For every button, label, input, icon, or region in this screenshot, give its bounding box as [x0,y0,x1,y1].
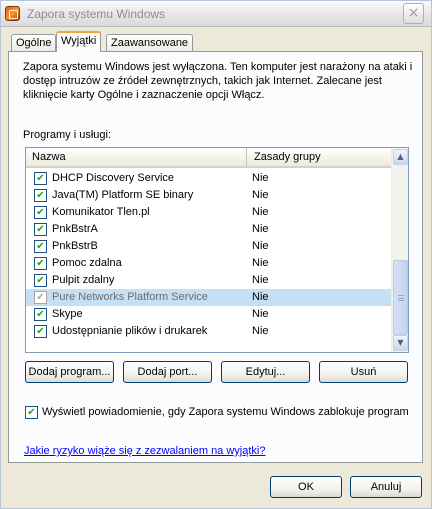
program-name: DHCP Discovery Service [52,172,175,184]
add-program-button[interactable]: Dodaj program... [25,361,114,383]
program-checkbox[interactable]: ✔ [34,206,47,219]
add-port-button[interactable]: Dodaj port... [123,361,212,383]
programs-list[interactable]: Nazwa Zasady grupy ✔ DHCP Discovery Serv… [25,147,409,353]
list-item[interactable]: ✔ PnkBstrB Nie [26,238,392,255]
grip-icon [398,295,404,301]
list-item[interactable]: ✔ Skype Nie [26,306,392,323]
programs-scrollbar[interactable]: ▲ ▼ [391,148,408,352]
program-policy: Nie [252,240,269,252]
program-policy: Nie [252,257,269,269]
cancel-button[interactable]: Anuluj [350,476,422,498]
firewall-window: Zapora systemu Windows × Ogólne Wyjątki … [0,0,432,509]
program-policy: Nie [252,189,269,201]
program-policy: Nie [252,206,269,218]
program-name: Komunikator Tlen.pl [52,206,150,218]
program-policy: Nie [252,172,269,184]
program-checkbox[interactable]: ✔ [34,240,47,253]
program-checkbox[interactable]: ✔ [34,172,47,185]
list-item[interactable]: ✔ Komunikator Tlen.pl Nie [26,204,392,221]
edit-button[interactable]: Edytuj... [221,361,310,383]
program-checkbox[interactable]: ✔ [34,189,47,202]
title-bar[interactable]: Zapora systemu Windows × [1,1,431,27]
firewall-disabled-info: Zapora systemu Windows jest wyłączona. T… [23,61,413,101]
program-name: Pulpit zdalny [52,274,115,286]
program-checkbox[interactable]: ✔ [34,308,47,321]
program-name: PnkBstrB [52,240,98,252]
notify-label[interactable]: Wyświetl powiadomienie, gdy Zapora syste… [42,406,409,418]
tab-advanced[interactable]: Zaawansowane [106,34,194,51]
program-name: Skype [52,308,83,320]
program-policy: Nie [252,291,269,303]
program-policy: Nie [252,325,269,337]
ok-button[interactable]: OK [270,476,342,498]
list-item[interactable]: ✔ Udostępnianie plików i drukarek Nie [26,323,392,340]
delete-button[interactable]: Usuń [319,361,408,383]
program-policy: Nie [252,274,269,286]
list-item[interactable]: ✔ DHCP Discovery Service Nie [26,170,392,187]
list-item-selected[interactable]: ✔ Pure Networks Platform Service Nie [26,289,392,306]
programs-rows: ✔ DHCP Discovery Service Nie ✔ Java(TM) … [26,170,392,340]
scrollbar-thumb[interactable] [393,260,408,335]
program-checkbox[interactable]: ✔ [34,257,47,270]
program-name: Udostępnianie plików i drukarek [52,325,208,337]
close-button[interactable]: × [403,3,424,24]
column-header-group-policy[interactable]: Zasady grupy [248,148,392,167]
program-name: Pure Networks Platform Service [52,291,208,303]
exceptions-risk-help-link[interactable]: Jakie ryzyko wiąże się z zezwalaniem na … [24,445,265,457]
scroll-down-icon[interactable]: ▼ [393,335,408,351]
list-item[interactable]: ✔ PnkBstrA Nie [26,221,392,238]
program-name: PnkBstrA [52,223,98,235]
list-item[interactable]: ✔ Java(TM) Platform SE binary Nie [26,187,392,204]
column-header-name[interactable]: Nazwa [26,148,247,167]
program-checkbox[interactable]: ✔ [34,325,47,338]
program-checkbox[interactable]: ✔ [34,291,47,304]
program-checkbox[interactable]: ✔ [34,223,47,236]
tab-exceptions[interactable]: Wyjątki [56,31,102,52]
program-checkbox[interactable]: ✔ [34,274,47,287]
list-item[interactable]: ✔ Pomoc zdalna Nie [26,255,392,272]
program-policy: Nie [252,223,269,235]
firewall-app-icon [5,6,20,21]
list-header: Nazwa Zasady grupy [26,148,392,168]
program-name: Pomoc zdalna [52,257,122,269]
tab-general[interactable]: Ogólne [11,34,57,51]
programs-label: Programy i usługi: [23,129,112,141]
list-item[interactable]: ✔ Pulpit zdalny Nie [26,272,392,289]
program-name: Java(TM) Platform SE binary [52,189,194,201]
program-policy: Nie [252,308,269,320]
notify-checkbox[interactable]: ✔ [25,406,38,419]
window-title: Zapora systemu Windows [27,7,166,21]
scroll-up-icon[interactable]: ▲ [393,149,408,165]
